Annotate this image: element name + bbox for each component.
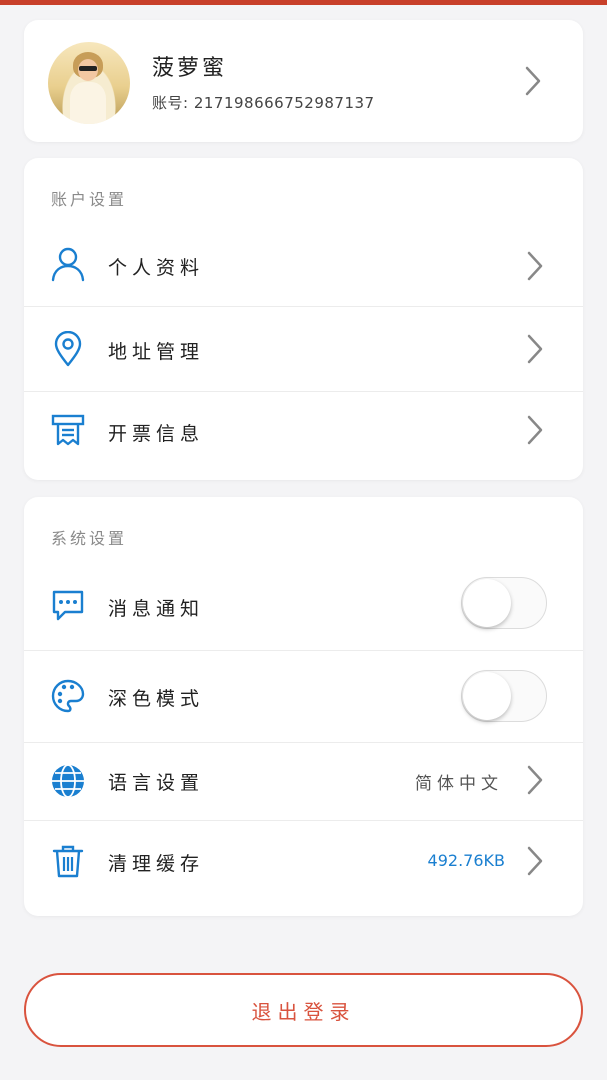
profile-name: 菠萝蜜	[152, 56, 228, 81]
location-pin-icon	[50, 330, 86, 367]
settings-item-invoice[interactable]: 开票信息	[24, 392, 583, 472]
settings-item-label: 个人资料	[108, 257, 205, 279]
settings-item-label: 深色模式	[108, 688, 205, 710]
chevron-right-icon	[526, 764, 544, 796]
account-settings-card: 账户设置 个人资料 地址管理 开票信息	[24, 158, 583, 480]
settings-item-label: 语言设置	[108, 772, 205, 794]
globe-icon	[50, 763, 86, 799]
settings-item-label: 消息通知	[108, 598, 205, 620]
settings-item-address[interactable]: 地址管理	[24, 307, 583, 391]
language-value: 简体中文	[415, 774, 503, 794]
system-settings-card: 系统设置 消息通知 深色模式 语言设置 简体中文 清理缓存 492.76KB	[24, 497, 583, 916]
invoice-icon	[50, 412, 86, 448]
notifications-toggle[interactable]	[461, 577, 547, 629]
settings-item-label: 清理缓存	[108, 853, 205, 875]
trash-icon	[50, 843, 86, 879]
section-title-system: 系统设置	[51, 529, 128, 548]
person-icon	[50, 246, 86, 282]
settings-item-notifications[interactable]: 消息通知	[24, 567, 583, 650]
settings-item-clear-cache[interactable]: 清理缓存 492.76KB	[24, 821, 583, 905]
chevron-right-icon	[526, 845, 544, 877]
settings-item-label: 地址管理	[108, 341, 205, 363]
account-number: 账号: 217198666752987137	[152, 94, 375, 112]
chevron-right-icon[interactable]	[524, 65, 542, 97]
dark-mode-toggle[interactable]	[461, 670, 547, 722]
chevron-right-icon	[526, 414, 544, 446]
settings-item-language[interactable]: 语言设置 简体中文	[24, 743, 583, 820]
chevron-right-icon	[526, 333, 544, 365]
settings-item-label: 开票信息	[108, 423, 205, 445]
settings-item-dark-mode[interactable]: 深色模式	[24, 651, 583, 742]
chevron-right-icon	[526, 250, 544, 282]
settings-item-profile[interactable]: 个人资料	[24, 228, 583, 306]
section-title-account: 账户设置	[51, 190, 128, 209]
cache-size-value: 492.76KB	[427, 851, 505, 870]
profile-card[interactable]: 菠萝蜜 账号: 217198666752987137	[24, 20, 583, 142]
logout-button[interactable]: 退出登录	[24, 973, 583, 1047]
message-bubble-icon	[50, 587, 86, 623]
palette-icon	[50, 678, 86, 714]
top-status-bar	[0, 0, 607, 5]
avatar[interactable]	[48, 42, 130, 124]
